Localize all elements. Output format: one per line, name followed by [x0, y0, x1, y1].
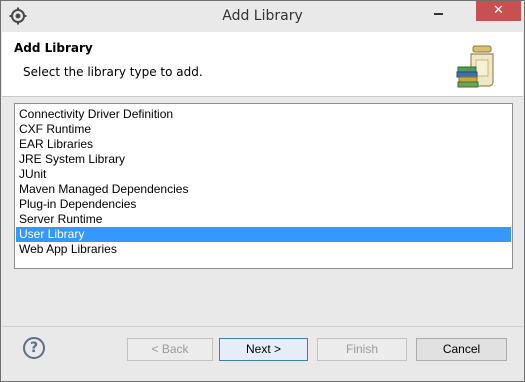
cancel-button[interactable]: Cancel: [416, 338, 507, 361]
library-jar-icon: [456, 45, 494, 88]
list-item-web-app-libraries[interactable]: Web App Libraries: [16, 242, 511, 257]
list-item-user-library[interactable]: User Library: [16, 227, 511, 242]
list-item-plug-in-dependencies[interactable]: Plug-in Dependencies: [16, 197, 511, 212]
next-button[interactable]: Next >: [219, 338, 308, 361]
list-item-server-runtime[interactable]: Server Runtime: [16, 212, 511, 227]
dialog-header: Add Library Select the library type to a…: [2, 32, 523, 97]
header-title: Add Library: [14, 41, 93, 55]
minimize-button[interactable]: [424, 1, 454, 21]
finish-button[interactable]: Finish: [317, 338, 407, 361]
footer-divider: [2, 326, 523, 327]
library-type-list[interactable]: Connectivity Driver Definition CXF Runti…: [14, 103, 513, 269]
add-library-dialog: Add Library ✕ Add Library Select the lib…: [0, 0, 525, 382]
close-icon: ✕: [493, 3, 504, 18]
header-description: Select the library type to add.: [23, 65, 203, 79]
help-icon[interactable]: ?: [23, 337, 45, 359]
close-button[interactable]: ✕: [476, 1, 521, 21]
list-item-junit[interactable]: JUnit: [16, 167, 511, 182]
list-item-jre-system-library[interactable]: JRE System Library: [16, 152, 511, 167]
minimize-icon: [434, 13, 443, 15]
back-button[interactable]: < Back: [127, 338, 213, 361]
list-item-cxf-runtime[interactable]: CXF Runtime: [16, 122, 511, 137]
list-item-maven-managed-dependencies[interactable]: Maven Managed Dependencies: [16, 182, 511, 197]
list-item-ear-libraries[interactable]: EAR Libraries: [16, 137, 511, 152]
list-item-connectivity-driver-definition[interactable]: Connectivity Driver Definition: [16, 107, 511, 122]
title-bar[interactable]: Add Library ✕: [1, 1, 524, 32]
